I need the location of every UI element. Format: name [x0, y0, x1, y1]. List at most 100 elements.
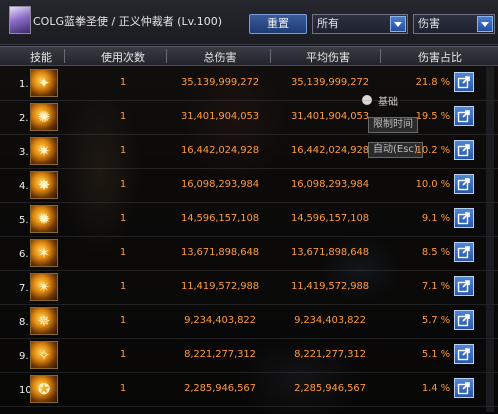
export-button[interactable] [454, 276, 474, 296]
total-damage: 9,234,403,822 [184, 315, 256, 326]
table-row[interactable]: 5. ✹ 1 14,596,157,108 14,596,157,108 9.1… [0, 203, 498, 237]
table-row[interactable]: 6. ✶ 1 13,671,898,648 13,671,898,648 8.5… [0, 237, 498, 271]
skill-icon: ✦ [30, 69, 58, 97]
reset-button[interactable]: 重置 [249, 14, 307, 34]
filter-select-value: 所有 [317, 17, 339, 30]
damage-share: 5.1 % [421, 349, 450, 360]
column-divider [166, 49, 167, 63]
title-bar: COLG蓝拳圣使 / 正义仲裁者 (Lv.100) 重置 所有 伤害 [0, 0, 498, 45]
export-button[interactable] [454, 310, 474, 330]
skill-icon: ✴ [30, 273, 58, 301]
table-row[interactable]: 2. ✺ 1 31,401,904,053 31,401,904,053 19.… [0, 101, 498, 135]
average-damage: 14,596,157,108 [290, 213, 370, 224]
export-icon [457, 280, 470, 293]
export-icon [457, 144, 470, 157]
average-damage: 2,285,946,567 [294, 383, 366, 394]
damage-share: 8.5 % [421, 247, 450, 258]
avatar [9, 6, 31, 34]
export-button[interactable] [454, 242, 474, 262]
export-icon [457, 348, 470, 361]
export-icon [457, 382, 470, 395]
table-row[interactable]: 9. ✧ 1 8,221,277,312 8,221,277,312 5.1 % [0, 339, 498, 373]
average-damage: 35,139,999,272 [290, 77, 370, 88]
use-count: 1 [119, 145, 127, 156]
average-damage: 11,419,572,988 [290, 281, 370, 292]
export-button[interactable] [454, 140, 474, 160]
damage-share: 1.4 % [421, 383, 450, 394]
export-button[interactable] [454, 72, 474, 92]
export-button[interactable] [454, 378, 474, 398]
export-icon [457, 178, 470, 191]
export-icon [457, 76, 470, 89]
total-damage: 14,596,157,108 [180, 213, 260, 224]
table-row[interactable]: 3. ✷ 1 16,442,024,928 16,442,024,928 10.… [0, 135, 498, 169]
column-header-damage-share[interactable]: 伤害占比 [400, 49, 480, 65]
character-name: COLG蓝拳圣使 / 正义仲裁者 (Lv.100) [33, 15, 223, 28]
total-damage: 16,098,293,984 [180, 179, 260, 190]
total-damage: 35,139,999,272 [180, 77, 260, 88]
total-damage: 31,401,904,053 [180, 111, 260, 122]
damage-share: 10.2 % [415, 145, 450, 156]
use-count: 1 [119, 349, 127, 360]
skill-table: 1. ✦ 1 35,139,999,272 35,139,999,272 21.… [0, 67, 498, 407]
table-row[interactable]: 8. ✵ 1 9,234,403,822 9,234,403,822 5.7 % [0, 305, 498, 339]
skill-icon: ✧ [30, 341, 58, 369]
average-damage: 13,671,898,648 [290, 247, 370, 258]
use-count: 1 [119, 77, 127, 88]
chevron-down-icon[interactable] [477, 16, 493, 32]
total-damage: 11,419,572,988 [180, 281, 260, 292]
column-divider [270, 49, 271, 63]
chevron-down-icon[interactable] [390, 16, 406, 32]
use-count: 1 [119, 247, 127, 258]
column-header-average-damage[interactable]: 平均伤害 [278, 49, 378, 65]
use-count: 1 [119, 281, 127, 292]
total-damage: 16,442,024,928 [180, 145, 260, 156]
skill-icon: ✹ [30, 205, 58, 233]
column-divider [64, 49, 65, 63]
use-count: 1 [119, 213, 127, 224]
average-damage: 16,098,293,984 [290, 179, 370, 190]
use-count: 1 [119, 315, 127, 326]
export-icon [457, 246, 470, 259]
column-header-skill[interactable]: 技能 [22, 49, 60, 65]
table-row[interactable]: 10. ✪ 1 2,285,946,567 2,285,946,567 1.4 … [0, 373, 498, 407]
table-header: 技能 使用次数 总伤害 平均伤害 伤害占比 [0, 46, 498, 66]
export-button[interactable] [454, 174, 474, 194]
use-count: 1 [119, 383, 127, 394]
column-header-uses[interactable]: 使用次数 [88, 49, 158, 65]
filter-select[interactable]: 所有 [312, 14, 408, 34]
export-icon [457, 314, 470, 327]
export-icon [457, 212, 470, 225]
damage-share: 5.7 % [421, 315, 450, 326]
column-header-total-damage[interactable]: 总伤害 [170, 49, 270, 65]
skill-icon: ✶ [30, 239, 58, 267]
skill-icon: ✺ [30, 103, 58, 131]
average-damage: 16,442,024,928 [290, 145, 370, 156]
damage-type-select[interactable]: 伤害 [413, 14, 495, 34]
use-count: 1 [119, 111, 127, 122]
total-damage: 2,285,946,567 [184, 383, 256, 394]
export-button[interactable] [454, 106, 474, 126]
export-button[interactable] [454, 208, 474, 228]
average-damage: 9,234,403,822 [294, 315, 366, 326]
average-damage: 8,221,277,312 [294, 349, 366, 360]
column-divider [380, 49, 381, 63]
total-damage: 8,221,277,312 [184, 349, 256, 360]
damage-share: 9.1 % [421, 213, 450, 224]
skill-icon: ✪ [30, 375, 58, 403]
damage-type-value: 伤害 [418, 17, 440, 30]
table-row[interactable]: 4. ✸ 1 16,098,293,984 16,098,293,984 10.… [0, 169, 498, 203]
damage-share: 19.5 % [415, 111, 450, 122]
skill-icon: ✷ [30, 137, 58, 165]
total-damage: 13,671,898,648 [180, 247, 260, 258]
export-button[interactable] [454, 344, 474, 364]
use-count: 1 [119, 179, 127, 190]
table-row[interactable]: 7. ✴ 1 11,419,572,988 11,419,572,988 7.1… [0, 271, 498, 305]
skill-icon: ✸ [30, 171, 58, 199]
average-damage: 31,401,904,053 [290, 111, 370, 122]
table-row[interactable]: 1. ✦ 1 35,139,999,272 35,139,999,272 21.… [0, 67, 498, 101]
damage-share: 7.1 % [421, 281, 450, 292]
damage-share: 21.8 % [415, 77, 450, 88]
scrollbar[interactable] [486, 67, 494, 412]
export-icon [457, 110, 470, 123]
